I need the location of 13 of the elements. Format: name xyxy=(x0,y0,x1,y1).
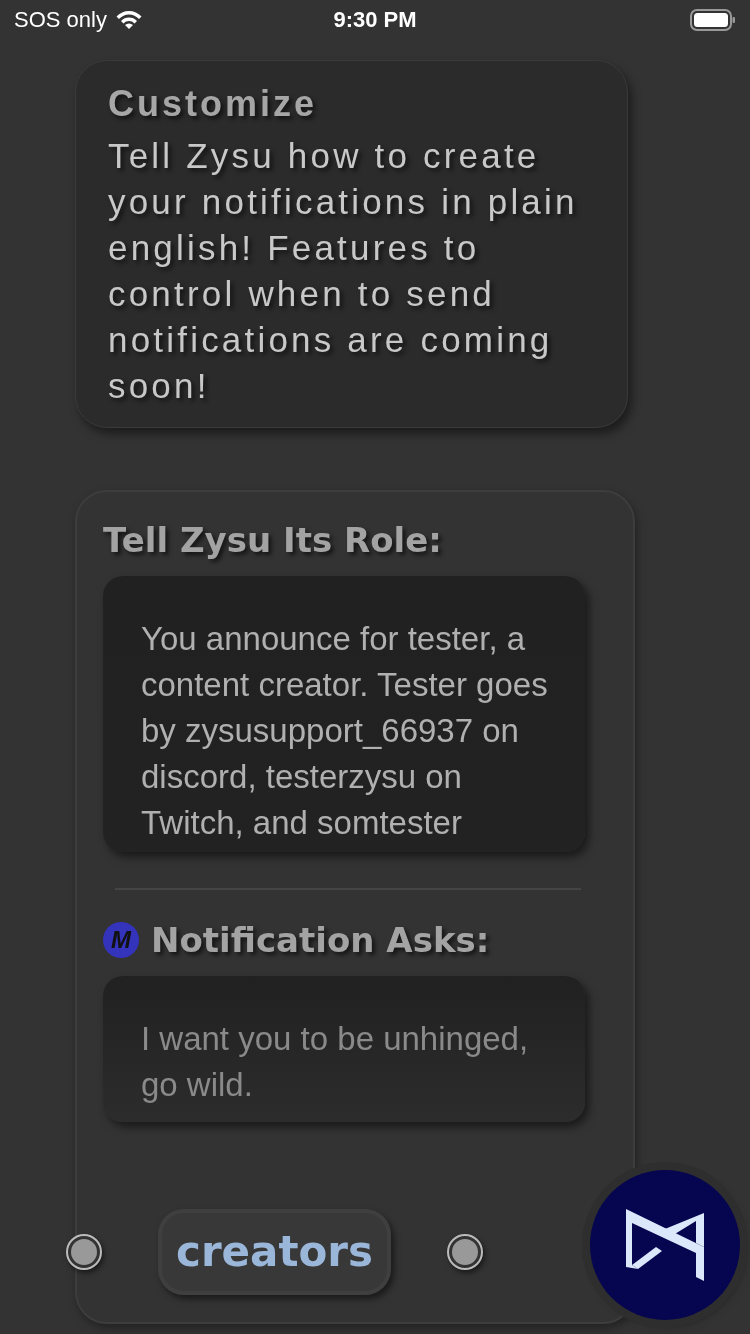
radio-button[interactable] xyxy=(66,1233,102,1270)
wifi-icon xyxy=(114,10,143,30)
asks-text-box[interactable]: I want you to be unhinged, go wild. xyxy=(103,976,585,1122)
creators-tab[interactable]: creators xyxy=(158,1208,392,1295)
card-title: Customize xyxy=(108,83,319,125)
carrier-text: SOS only xyxy=(14,7,107,33)
section-title: Tell Zysu Its Role: xyxy=(103,520,443,560)
role-text-box[interactable]: You announce for tester, a content creator. Tester goes by zysusupport_66937 on discord, testerzysu on Twitch, and somtester xyxy=(103,576,585,852)
clock-time: 9:30 PM xyxy=(333,7,417,33)
section-title: Notification Asks: xyxy=(151,920,490,960)
card-description: Tell Zysu how to create your notifications in plain english! Features to control when to send notifications are coming soon! xyxy=(108,135,579,407)
model-badge: M xyxy=(103,922,139,958)
battery-icon xyxy=(690,9,736,31)
